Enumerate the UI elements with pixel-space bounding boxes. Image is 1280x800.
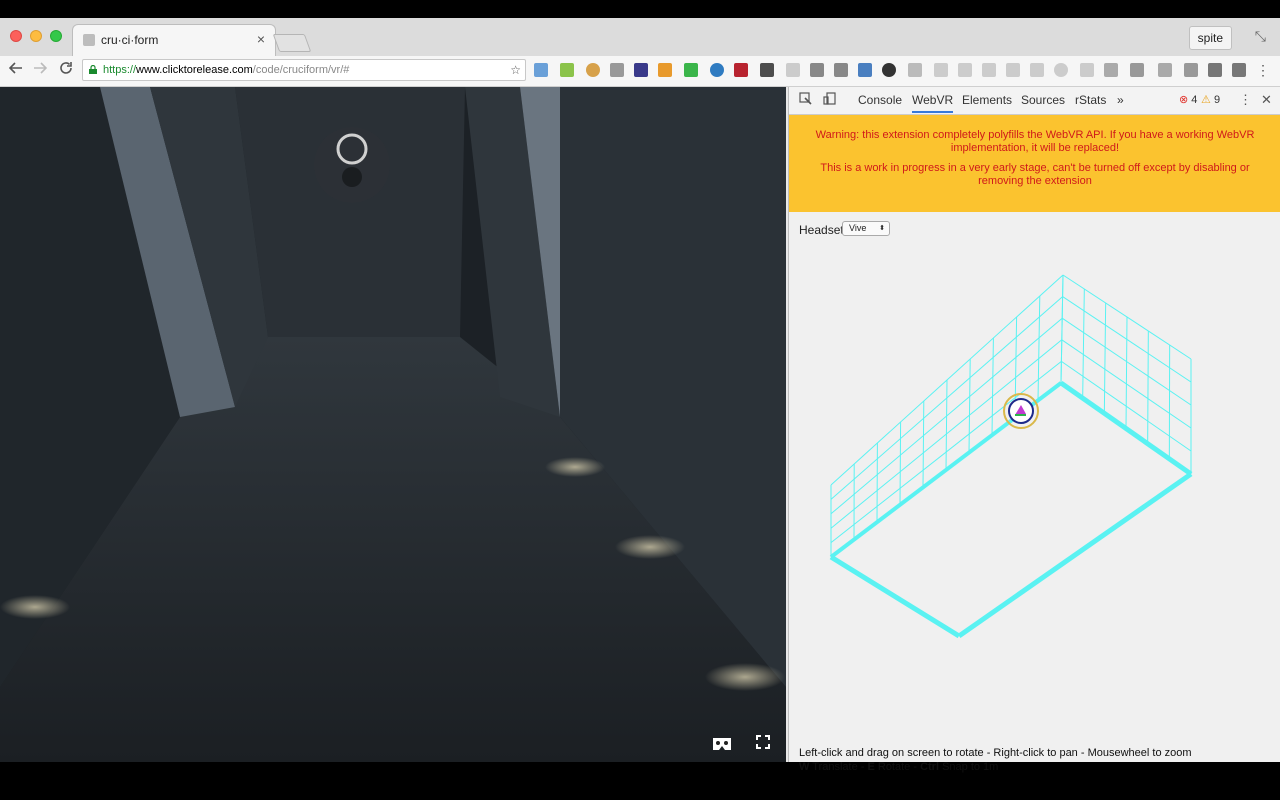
cookie-icon[interactable] <box>586 63 600 77</box>
warning-banner: Warning: this extension completely polyf… <box>789 115 1280 212</box>
cors-icon[interactable] <box>684 63 698 77</box>
exit-fullscreen-icon[interactable]: ⤡ <box>1255 28 1266 45</box>
headset-marker-icon[interactable] <box>1003 393 1039 429</box>
extension-icon[interactable] <box>1208 63 1222 77</box>
tab-close-icon[interactable]: × <box>257 31 265 47</box>
extension-icon[interactable] <box>1080 63 1094 77</box>
extension-icon[interactable] <box>786 63 800 77</box>
webgl-scene[interactable] <box>0 87 786 762</box>
headset-select-value: Vive <box>849 223 867 233</box>
warning-count-badge[interactable]: ⚠ 9 <box>1201 93 1220 106</box>
extension-icon[interactable] <box>760 63 774 77</box>
room-scale-viewer[interactable] <box>789 247 1280 747</box>
extension-icon[interactable] <box>858 63 872 77</box>
address-bar[interactable]: https://www.clicktorelease.com/code/cruc… <box>82 59 526 81</box>
headset-label: Headset <box>799 223 844 237</box>
extension-icon[interactable] <box>908 63 922 77</box>
extension-icon[interactable] <box>982 63 996 77</box>
grid-line <box>830 339 1063 529</box>
close-devtools-icon[interactable]: ✕ <box>1261 92 1272 108</box>
grid-line <box>1125 316 1128 429</box>
tab-title: cru·ci·form <box>101 33 159 47</box>
grid-line <box>1037 295 1041 401</box>
profile-button[interactable]: spite <box>1188 26 1232 50</box>
devtools-tabbar: Console WebVR Elements Sources rStats » … <box>789 87 1280 115</box>
android-icon[interactable] <box>560 63 574 77</box>
grid-line <box>830 274 1064 486</box>
browser-menu-icon[interactable]: ⋮ <box>1256 62 1270 79</box>
forward-button[interactable] <box>30 61 50 80</box>
extension-icon[interactable] <box>934 63 948 77</box>
headset-select[interactable]: Vive ⬍ <box>842 221 890 236</box>
extension-icon[interactable] <box>1158 63 1172 77</box>
extension-icon[interactable] <box>534 63 548 77</box>
extension-icon[interactable] <box>1232 63 1246 77</box>
corridor-render <box>0 87 786 762</box>
extension-icon[interactable] <box>958 63 972 77</box>
reload-icon <box>60 62 72 74</box>
fullscreen-icon[interactable] <box>756 735 770 754</box>
arrow-right-icon <box>34 62 48 74</box>
warning-text-2: This is a work in progress in a very ear… <box>820 162 1250 187</box>
carrot-icon[interactable] <box>658 63 672 77</box>
zoom-window-button[interactable] <box>50 30 62 42</box>
devtools-panel: Console WebVR Elements Sources rStats » … <box>788 87 1280 773</box>
warning-text-1: Warning: this extension completely polyf… <box>815 129 1255 154</box>
extension-icon[interactable] <box>1104 63 1118 77</box>
room-grid-visualization <box>829 274 1193 639</box>
browser-toolbar: https://www.clicktorelease.com/code/cruc… <box>0 56 1280 87</box>
extension-icon[interactable] <box>1030 63 1044 77</box>
inspect-element-icon[interactable] <box>799 92 812 108</box>
tab-rstats[interactable]: rStats <box>1075 93 1106 107</box>
extension-icon[interactable] <box>1184 63 1198 77</box>
arrow-left-icon <box>8 62 22 74</box>
more-tabs-icon[interactable]: » <box>1117 93 1124 107</box>
screenshot-icon[interactable] <box>834 63 848 77</box>
grid-line <box>957 471 1193 639</box>
http-icon[interactable] <box>610 63 624 77</box>
grid-line <box>899 421 902 505</box>
page-favicon-icon <box>83 34 95 46</box>
tab-webvr[interactable]: WebVR <box>912 93 954 113</box>
browser-window: cru·ci·form × spite ⤡ https://www.clickt… <box>0 18 1280 773</box>
grid-line <box>1082 288 1085 399</box>
minimize-window-button[interactable] <box>30 30 42 42</box>
error-count-badge[interactable]: ⊗ 4 <box>1179 93 1197 106</box>
star-icon[interactable]: ☆ <box>510 63 521 77</box>
device-toolbar-icon[interactable] <box>823 92 836 108</box>
grid-line <box>1060 274 1064 384</box>
url-text: https://www.clicktorelease.com/code/cruc… <box>103 64 350 76</box>
devtools-menu-icon[interactable]: ⋮ <box>1239 92 1252 108</box>
camera-icon[interactable] <box>1006 63 1020 77</box>
grid-line <box>1147 330 1149 444</box>
close-window-button[interactable] <box>10 30 22 42</box>
tab-strip: cru·ci·form × spite ⤡ <box>0 18 1280 56</box>
ublock-icon[interactable] <box>734 63 748 77</box>
tab-elements[interactable]: Elements <box>962 93 1012 107</box>
grid-line <box>968 358 971 453</box>
tab-console[interactable]: Console <box>858 93 902 107</box>
reload-button[interactable] <box>56 61 76 80</box>
extension-icon[interactable] <box>1130 63 1144 77</box>
help-text-mouse: Left-click and drag on screen to rotate … <box>799 747 1192 759</box>
extension-icon[interactable] <box>634 63 648 77</box>
grid-line <box>991 337 994 436</box>
github-icon[interactable] <box>882 63 896 77</box>
grid-line <box>922 400 925 488</box>
globe-icon[interactable] <box>710 63 724 77</box>
palette-icon[interactable] <box>810 63 824 77</box>
extension-icon[interactable] <box>1054 63 1068 77</box>
help-text-keys: W Translate - E Rotate - Ctrl Snap to 1m <box>799 761 999 773</box>
lock-icon <box>89 65 97 74</box>
grid-line <box>829 554 961 639</box>
select-arrows-icon: ⬍ <box>879 225 885 232</box>
browser-tab[interactable]: cru·ci·form × <box>72 24 276 56</box>
new-tab-button[interactable] <box>272 34 312 52</box>
grid-line <box>945 379 948 471</box>
tab-sources[interactable]: Sources <box>1021 93 1065 107</box>
grid-line <box>830 361 1062 543</box>
cardboard-vr-icon[interactable] <box>712 737 732 756</box>
back-button[interactable] <box>6 61 26 80</box>
grid-line <box>1103 302 1107 414</box>
